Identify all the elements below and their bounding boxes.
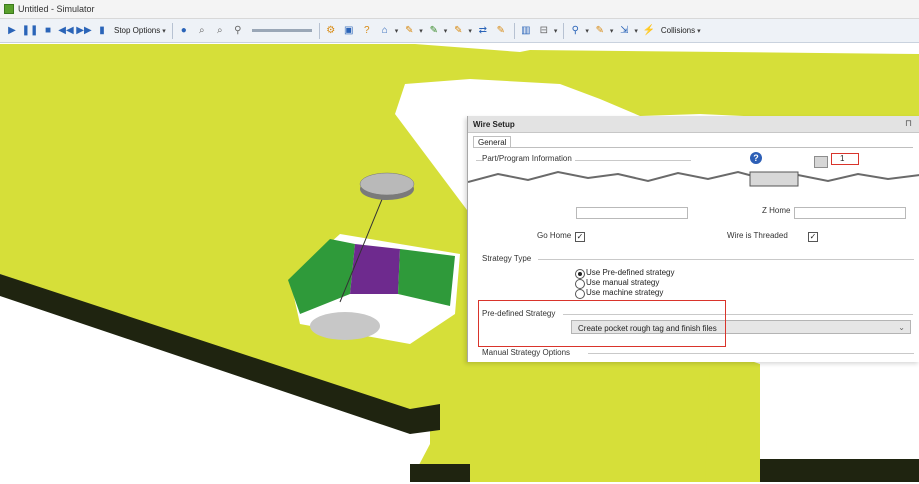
dialog-title: Wire Setup: [473, 120, 515, 129]
zoom-window-icon[interactable]: ⌕: [212, 23, 228, 39]
stop-icon[interactable]: ■: [40, 23, 56, 39]
simulator-toolbar: ▶ ❚❚ ■ ◀◀ ▶▶ ▮ Stop Options ▾ ● ⌕ ⌕ ⚲ ⚙ …: [0, 19, 919, 43]
chevron-down-icon[interactable]: ▾: [468, 27, 472, 35]
window-title: Untitled - Simulator: [18, 4, 95, 14]
manual-strategy-options-label: Manual Strategy Options: [482, 348, 574, 357]
search-icon[interactable]: ⚲: [230, 23, 246, 39]
collisions-icon[interactable]: ⚡: [641, 23, 657, 39]
pocket-core-part: [310, 312, 380, 340]
pocket-purple-wall: [350, 244, 400, 294]
z-home-field[interactable]: [794, 207, 906, 219]
dialog-title-bar: Wire Setup ⊓: [468, 116, 919, 133]
toolbar-separator: [513, 22, 515, 39]
pin-icon[interactable]: ⊓: [905, 118, 912, 129]
compare-icon[interactable]: ⇲: [616, 23, 632, 39]
record-icon[interactable]: ●: [176, 23, 192, 39]
radio-predefined-strategy[interactable]: [575, 269, 585, 279]
step-back-icon[interactable]: ◀◀: [58, 23, 74, 39]
help-icon[interactable]: ?: [359, 23, 375, 39]
stock-icon[interactable]: ▥: [518, 23, 534, 39]
wire-icon[interactable]: ✎: [426, 23, 442, 39]
wire-threaded-label: Wire is Threaded: [727, 231, 788, 240]
radio-machine-label: Use machine strategy: [586, 288, 664, 297]
program-number-value: 1: [840, 154, 845, 163]
chevron-down-icon[interactable]: ▾: [610, 27, 614, 35]
toolbar-separator: [563, 22, 565, 39]
pause-icon[interactable]: ❚❚: [22, 23, 39, 39]
toolbar-separator: [171, 22, 173, 39]
chevron-down-icon[interactable]: ▾: [554, 27, 558, 35]
group-divider: [538, 259, 914, 260]
measure-icon[interactable]: ⊟: [536, 23, 552, 39]
home-icon[interactable]: ⌂: [377, 23, 393, 39]
chevron-down-icon[interactable]: ▾: [162, 27, 166, 35]
radio-machine-strategy[interactable]: [575, 289, 585, 299]
chevron-down-icon[interactable]: ▾: [697, 27, 701, 35]
radio-manual-strategy[interactable]: [575, 279, 585, 289]
help-icon[interactable]: ?: [750, 152, 762, 164]
wire-setup-dialog: Wire Setup ⊓ General Part/Program Inform…: [467, 116, 919, 362]
save-icon[interactable]: ▣: [341, 23, 357, 39]
chevron-down-icon[interactable]: ▾: [634, 27, 638, 35]
tool-icon[interactable]: ✎: [401, 23, 417, 39]
chevron-down-icon[interactable]: ▾: [444, 27, 448, 35]
collisions-button[interactable]: Collisions: [661, 26, 695, 35]
end-icon[interactable]: ▮: [94, 23, 110, 39]
z-home-label: Z Home: [762, 206, 791, 215]
play-icon[interactable]: ▶: [4, 23, 20, 39]
stop-options-button[interactable]: Stop Options: [114, 26, 160, 35]
group-divider: [588, 353, 914, 354]
toolbar-separator: [318, 22, 320, 39]
x-home-field[interactable]: [576, 207, 688, 219]
tab-underline: [473, 147, 913, 148]
wire-threaded-checkbox[interactable]: ✓: [808, 232, 818, 242]
thread-icon[interactable]: ✎: [493, 23, 509, 39]
highlight-predefined-strategy: [478, 300, 726, 347]
transform-icon[interactable]: ⇄: [475, 23, 491, 39]
verify-icon[interactable]: ✎: [592, 23, 608, 39]
go-home-checkbox[interactable]: ✓: [575, 232, 585, 242]
zoom-icon[interactable]: ⌕: [194, 23, 210, 39]
chevron-down-icon[interactable]: ▾: [419, 27, 423, 35]
program-number-field[interactable]: 1: [831, 153, 859, 165]
path-icon[interactable]: ✎: [450, 23, 466, 39]
radio-manual-label: Use manual strategy: [586, 278, 660, 287]
app-icon: [4, 4, 14, 14]
probe-icon[interactable]: ⚲: [567, 23, 583, 39]
part-side-wall-lower: [410, 464, 470, 482]
step-forward-icon[interactable]: ▶▶: [76, 23, 92, 39]
part-side-wall-right: [760, 459, 919, 482]
go-home-label: Go Home: [537, 231, 572, 240]
part-program-info-label: Part/Program Information: [482, 154, 575, 163]
strategy-type-label: Strategy Type: [482, 254, 535, 263]
chevron-down-icon[interactable]: ▾: [395, 27, 399, 35]
torn-edge: [468, 170, 919, 196]
settings-icon[interactable]: ⚙: [323, 23, 339, 39]
wire-guide-spool: [359, 172, 415, 196]
chevron-down-icon[interactable]: ▾: [585, 27, 589, 35]
title-bar: Untitled - Simulator: [0, 0, 919, 19]
chevron-down-icon[interactable]: ⌄: [898, 323, 905, 332]
radio-predefined-label: Use Pre-defined strategy: [586, 268, 675, 277]
speed-slider[interactable]: [251, 29, 312, 32]
